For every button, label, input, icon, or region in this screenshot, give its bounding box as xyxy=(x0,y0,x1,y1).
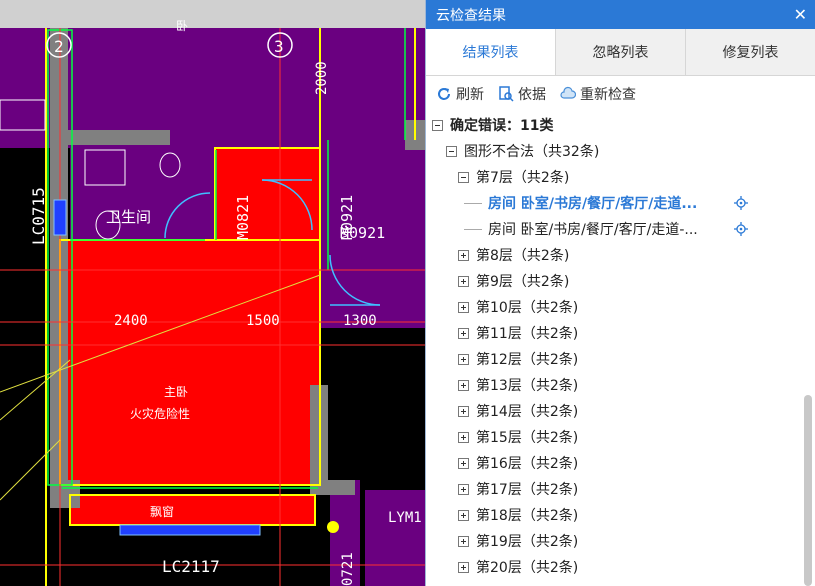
tree-floor[interactable]: 第14层（共2条) xyxy=(426,398,815,424)
close-icon[interactable]: ✕ xyxy=(794,5,807,24)
expand-icon[interactable] xyxy=(458,483,469,495)
result-tree: 确定错误：11类 图形不合法（共32条) 第7层（共2条) 房间 卧室/书房/餐… xyxy=(426,112,815,580)
tab-fixed[interactable]: 修复列表 xyxy=(685,29,815,75)
tree-floor-label: 第19层（共2条) xyxy=(476,534,579,550)
tree-floor-label: 第10层（共2条) xyxy=(476,300,579,316)
locate-icon[interactable] xyxy=(734,196,748,210)
expand-icon[interactable] xyxy=(458,379,469,391)
room-label-bath: 卫生间 xyxy=(106,208,151,226)
expand-icon[interactable] xyxy=(458,275,469,287)
window-tag-lc2117: LC2117 xyxy=(162,557,220,576)
tag-top: 卧 xyxy=(176,19,188,33)
basis-label: 依据 xyxy=(518,87,546,103)
dim-2000: 2000 xyxy=(314,61,330,95)
room-label-master-sub: 火灾危险性 xyxy=(130,406,190,421)
dim-1300: 1300 xyxy=(343,313,377,329)
tree-floor-7[interactable]: 第7层（共2条) xyxy=(426,164,815,190)
tree-floor-label: 第14层（共2条) xyxy=(476,404,579,420)
dim-2400: 2400 xyxy=(114,313,148,329)
tree-floor-label: 第18层（共2条) xyxy=(476,508,579,524)
window-tag-lc0715: LC0715 xyxy=(29,187,48,245)
cad-floorplan: 2 3 卧 2000 LC0715 M0821 M0921 M0921 卫生间 … xyxy=(0,0,425,586)
expand-icon[interactable] xyxy=(458,249,469,261)
tree-floor[interactable]: 第15层（共2条) xyxy=(426,424,815,450)
tree-floor-label: 第8层（共2条) xyxy=(476,248,570,264)
basis-button[interactable]: 依据 xyxy=(498,84,546,104)
tree-item-label: 房间 卧室/书房/餐厅/客厅/走道... xyxy=(488,196,698,212)
expand-icon[interactable] xyxy=(458,405,469,417)
document-search-icon xyxy=(499,86,514,102)
expand-icon[interactable] xyxy=(458,353,469,365)
toolbar: 刷新 依据 重新检查 xyxy=(426,76,815,112)
door-tag-m0821: M0821 xyxy=(234,195,252,240)
tree-floor[interactable]: 第8层（共2条) xyxy=(426,242,815,268)
tree-floor-label: 第11层（共2条) xyxy=(476,326,579,342)
tree-floor-label: 第15层（共2条) xyxy=(476,430,579,446)
tag-0721: 0721 xyxy=(340,552,356,586)
collapse-icon[interactable] xyxy=(446,145,457,157)
expand-icon[interactable] xyxy=(458,327,469,339)
tree-floor-label: 第7层（共2条) xyxy=(476,170,570,186)
axis-label-2: 2 xyxy=(54,37,64,56)
recheck-label: 重新检查 xyxy=(580,87,636,103)
scrollbar[interactable] xyxy=(801,395,815,586)
scrollbar-thumb[interactable] xyxy=(804,395,812,586)
expand-icon[interactable] xyxy=(458,561,469,573)
tree-floor[interactable]: 第13层（共2条) xyxy=(426,372,815,398)
tree-floor-label: 第9层（共2条) xyxy=(476,274,570,290)
refresh-button[interactable]: 刷新 xyxy=(436,84,484,104)
tree-item-selected[interactable]: 房间 卧室/书房/餐厅/客厅/走道... xyxy=(426,190,815,216)
tree-floor[interactable]: 第18层（共2条) xyxy=(426,502,815,528)
tree-floor-label: 第17层（共2条) xyxy=(476,482,579,498)
tree-group-label: 图形不合法（共32条) xyxy=(464,144,600,160)
recheck-button[interactable]: 重新检查 xyxy=(560,84,636,104)
tab-ignored[interactable]: 忽略列表 xyxy=(555,29,685,75)
tree-floor[interactable]: 第10层（共2条) xyxy=(426,294,815,320)
refresh-icon xyxy=(438,88,450,100)
tree-item-label: 房间 卧室/书房/餐厅/客厅/走道-... xyxy=(488,222,698,238)
panel-title: 云检查结果 xyxy=(436,7,506,24)
expand-icon[interactable] xyxy=(458,535,469,547)
tree-item[interactable]: 房间 卧室/书房/餐厅/客厅/走道-... xyxy=(426,216,815,242)
expand-icon[interactable] xyxy=(458,509,469,521)
window-tag-lym1: LYM1 xyxy=(388,510,422,526)
room-label-master: 主卧 xyxy=(164,385,188,399)
tree-group[interactable]: 图形不合法（共32条) xyxy=(426,138,815,164)
tree-floor[interactable]: 第16层（共2条) xyxy=(426,450,815,476)
axis-label-3: 3 xyxy=(274,37,284,56)
collapse-icon[interactable] xyxy=(458,171,469,183)
expand-icon[interactable] xyxy=(458,301,469,313)
tree-floor[interactable]: 第12层（共2条) xyxy=(426,346,815,372)
tab-bar: 结果列表 忽略列表 修复列表 xyxy=(426,29,815,76)
tree-floor-label: 第20层（共2条) xyxy=(476,560,579,576)
tree-root-label: 确定错误：11类 xyxy=(450,118,554,134)
tree-floor[interactable]: 第11层（共2条) xyxy=(426,320,815,346)
tree-floor[interactable]: 第9层（共2条) xyxy=(426,268,815,294)
room-label-balcony: 飘窗 xyxy=(150,505,174,519)
tree-floor[interactable]: 第19层（共2条) xyxy=(426,528,815,554)
tree-root[interactable]: 确定错误：11类 xyxy=(426,112,815,138)
panel-titlebar: 云检查结果 ✕ xyxy=(426,0,815,29)
tree-floor-label: 第12层（共2条) xyxy=(476,352,579,368)
dim-1500: 1500 xyxy=(246,313,280,329)
collapse-icon[interactable] xyxy=(432,119,443,131)
tree-floor[interactable]: 第17层（共2条) xyxy=(426,476,815,502)
tree-floor-label: 第16层（共2条) xyxy=(476,456,579,472)
refresh-label: 刷新 xyxy=(456,87,484,103)
expand-icon[interactable] xyxy=(458,457,469,469)
expand-icon[interactable] xyxy=(458,431,469,443)
door-tag-m0921-b: M0921 xyxy=(340,224,385,242)
floor-list: 第8层（共2条) 第9层（共2条) 第10层（共2条) 第11层（共2条) 第12层（共… xyxy=(426,242,815,580)
tree-floor-label: 第13层（共2条) xyxy=(476,378,579,394)
cloud-check-panel: 云检查结果 ✕ 结果列表 忽略列表 修复列表 刷新 依据 重新检查 确定错误：1… xyxy=(425,0,815,586)
tab-results[interactable]: 结果列表 xyxy=(426,29,555,75)
cloud-icon xyxy=(560,86,576,99)
tree-floor[interactable]: 第20层（共2条) xyxy=(426,554,815,580)
locate-icon[interactable] xyxy=(734,222,748,236)
cad-drawing-canvas[interactable]: 2 3 卧 2000 LC0715 M0821 M0921 M0921 卫生间 … xyxy=(0,0,425,586)
